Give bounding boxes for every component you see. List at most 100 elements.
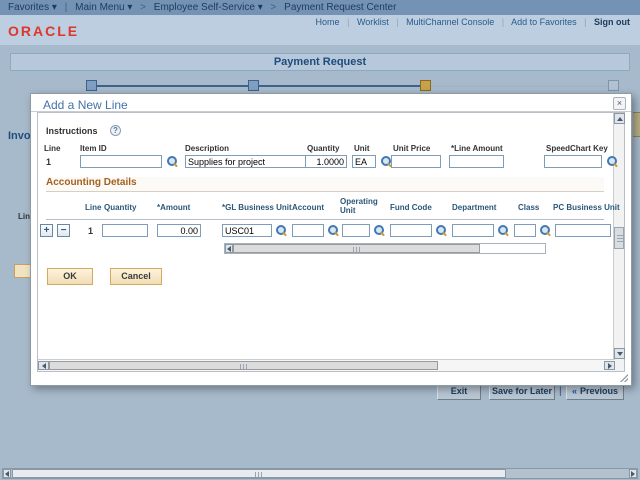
sign-out-link[interactable]: Sign out xyxy=(594,17,630,27)
breadcrumb-employee-self-service[interactable]: Employee Self-Service ▾ xyxy=(154,2,263,13)
item-id-input[interactable] xyxy=(80,155,162,168)
line-amount-input[interactable] xyxy=(449,155,504,168)
scroll-right-icon[interactable] xyxy=(629,469,637,478)
col-amount: *Amount xyxy=(157,203,190,212)
row-gl-business-unit-input[interactable] xyxy=(222,224,272,237)
page-scrollbar-thumb[interactable] xyxy=(12,469,506,478)
chevron-down-icon: ▾ xyxy=(258,2,263,13)
breadcrumb-separator: > xyxy=(140,2,146,13)
add-row-button[interactable]: + xyxy=(40,224,53,237)
breadcrumb-payment-request-center[interactable]: Payment Request Center xyxy=(284,2,396,13)
speedchart-key-label: SpeedChart Key xyxy=(546,144,608,153)
remove-row-button[interactable]: − xyxy=(57,224,70,237)
add-new-line-dialog: Add a New Line × Instructions ? Line Ite… xyxy=(30,93,632,386)
line-amount-label: *Line Amount xyxy=(451,144,503,153)
operating-unit-lookup-icon[interactable] xyxy=(373,225,385,237)
oracle-logo: ORACLE xyxy=(8,23,79,39)
scroll-down-icon[interactable] xyxy=(614,348,625,359)
cancel-button[interactable]: Cancel xyxy=(110,268,162,285)
dialog-horizontal-scrollbar[interactable] xyxy=(38,359,615,371)
chevron-down-icon: ▾ xyxy=(52,2,57,13)
col-account: Account xyxy=(292,203,324,212)
breadcrumb-main-menu[interactable]: Main Menu ▾ xyxy=(75,2,132,13)
col-gl-business-unit: *GL Business Unit xyxy=(222,203,292,212)
row-operating-unit-input[interactable] xyxy=(342,224,370,237)
col-class: Class xyxy=(518,203,539,212)
help-icon[interactable]: ? xyxy=(110,125,121,136)
col-fund-code: Fund Code xyxy=(390,203,432,212)
description-label: Description xyxy=(185,144,229,153)
fund-code-lookup-icon[interactable] xyxy=(435,225,447,237)
scroll-left-icon[interactable] xyxy=(225,244,233,253)
department-lookup-icon[interactable] xyxy=(497,225,509,237)
row-quantity-input[interactable] xyxy=(102,224,148,237)
scroll-right-icon[interactable] xyxy=(604,361,615,370)
breadcrumb-separator: > xyxy=(271,2,277,13)
unit-price-input[interactable] xyxy=(391,155,441,168)
worklist-link[interactable]: Worklist xyxy=(357,17,389,27)
unit-input[interactable] xyxy=(352,155,376,168)
background-panel-fragment xyxy=(633,112,640,137)
home-link[interactable]: Home xyxy=(316,17,340,27)
item-id-lookup-icon[interactable] xyxy=(166,156,178,168)
unit-price-label: Unit Price xyxy=(393,144,430,153)
application-window: Favorites ▾ | Main Menu ▾ > Employee Sel… xyxy=(0,0,640,480)
row-pc-business-unit-input[interactable] xyxy=(555,224,611,237)
resize-grip-icon[interactable] xyxy=(620,374,628,382)
col-pc-business-unit: PC Business Unit xyxy=(553,203,620,212)
gl-business-unit-lookup-icon[interactable] xyxy=(275,225,287,237)
chevron-down-icon: ▾ xyxy=(127,2,132,13)
breadcrumb-favorites[interactable]: Favorites ▾ xyxy=(8,2,57,13)
dialog-content: Instructions ? Line Item ID Description … xyxy=(37,112,625,372)
dialog-title: Add a New Line xyxy=(43,98,128,112)
class-lookup-icon[interactable] xyxy=(539,225,551,237)
scroll-up-icon[interactable] xyxy=(614,113,625,124)
grid-scrollbar-thumb[interactable] xyxy=(233,244,480,253)
page-horizontal-scrollbar[interactable] xyxy=(2,468,638,479)
train-line-todo xyxy=(431,85,611,87)
scroll-left-icon[interactable] xyxy=(3,469,11,478)
col-line: Line xyxy=(85,203,101,212)
train-step-2[interactable] xyxy=(248,80,259,91)
dialog-vertical-scrollbar[interactable] xyxy=(613,113,624,371)
description-input[interactable] xyxy=(185,155,313,168)
row-department-input[interactable] xyxy=(452,224,494,237)
dialog-scrollbar-thumb[interactable] xyxy=(614,227,624,249)
accounting-details-header: Accounting Details xyxy=(46,177,604,192)
unit-label: Unit xyxy=(354,144,370,153)
grid-horizontal-scrollbar[interactable] xyxy=(224,243,546,254)
train-step-3-current[interactable] xyxy=(420,80,431,91)
scrollbar-grip-icon xyxy=(255,472,263,477)
scroll-left-icon[interactable] xyxy=(38,361,49,370)
scrollbar-grip-icon xyxy=(240,364,248,369)
row-class-input[interactable] xyxy=(514,224,536,237)
add-to-favorites-link[interactable]: Add to Favorites xyxy=(511,17,577,27)
line-number: 1 xyxy=(46,157,51,167)
multichannel-console-link[interactable]: MultiChannel Console xyxy=(406,17,494,27)
close-icon[interactable]: × xyxy=(613,97,626,110)
row-amount-input[interactable] xyxy=(157,224,201,237)
row-fund-code-input[interactable] xyxy=(390,224,432,237)
dialog-hscrollbar-thumb[interactable] xyxy=(49,361,438,370)
speedchart-key-input[interactable] xyxy=(544,155,602,168)
row-line-number: 1 xyxy=(88,226,93,236)
train-step-4[interactable] xyxy=(608,80,619,91)
quantity-input[interactable] xyxy=(305,155,347,168)
line-column-label: Line xyxy=(44,144,60,153)
account-lookup-icon[interactable] xyxy=(327,225,339,237)
train-step-1[interactable] xyxy=(86,80,97,91)
previous-arrow-icon: « xyxy=(572,386,577,396)
speedchart-lookup-icon[interactable] xyxy=(606,156,618,168)
breadcrumb: Favorites ▾ | Main Menu ▾ > Employee Sel… xyxy=(0,0,640,15)
ok-button[interactable]: OK xyxy=(47,268,93,285)
row-account-input[interactable] xyxy=(292,224,324,237)
instructions-label: Instructions xyxy=(46,126,98,136)
scrollbar-grip-icon xyxy=(353,247,361,252)
quantity-label: Quantity xyxy=(307,144,339,153)
footer-separator: | xyxy=(559,386,562,397)
scrollbar-grip-icon xyxy=(617,235,623,242)
col-operating-unit: Operating Unit xyxy=(340,197,380,215)
header-links: Home | Worklist | MultiChannel Console |… xyxy=(316,17,630,27)
col-quantity: Quantity xyxy=(104,203,136,212)
col-department: Department xyxy=(452,203,496,212)
